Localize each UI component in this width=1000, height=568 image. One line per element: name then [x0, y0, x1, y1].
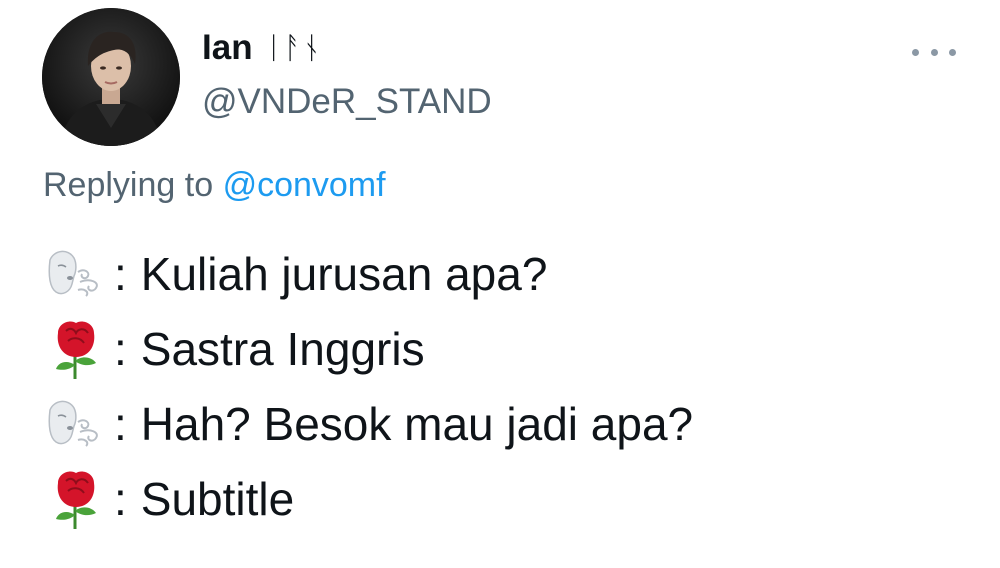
tweet-text: : Kuliah jurusan apa? : Sastra Inggris:…: [44, 236, 693, 536]
line-text: Hah? Besok mau jadi apa?: [140, 397, 694, 450]
more-options-button[interactable]: [912, 40, 956, 64]
ellipsis-icon: [912, 48, 919, 56]
speaker-separator: :: [114, 397, 127, 450]
speaker-separator: :: [114, 247, 127, 300]
replying-to-prefix: Replying to: [43, 166, 214, 204]
display-name[interactable]: Ian ᛁᚨᚾ: [202, 28, 322, 68]
dialogue-line: : Hah? Besok mau jadi apa?: [44, 386, 693, 461]
ellipsis-icon: [949, 48, 956, 56]
user-handle[interactable]: @VNDeR_STAND: [202, 82, 492, 122]
wind-face-icon: [48, 400, 98, 447]
speaker-separator: :: [114, 472, 127, 525]
dialogue-line: : Sastra Inggris: [44, 311, 693, 386]
tweet-card: Ian ᛁᚨᚾ @VNDeR_STAND Replying to @convom…: [0, 0, 1000, 568]
wind-face-icon: [48, 250, 98, 297]
line-text: Sastra Inggris: [140, 322, 425, 375]
dialogue-line: : Kuliah jurusan apa?: [44, 236, 693, 311]
profile-photo-icon: [42, 8, 180, 146]
line-text: Kuliah jurusan apa?: [140, 247, 548, 300]
dialogue-line: : Subtitle: [44, 461, 693, 536]
avatar[interactable]: [42, 8, 180, 146]
rose-icon: [56, 470, 96, 529]
line-text: Subtitle: [140, 472, 295, 525]
speaker-separator: :: [114, 322, 127, 375]
ellipsis-icon: [930, 48, 938, 56]
rose-icon: [56, 320, 96, 379]
display-name-text: Ian: [202, 28, 253, 67]
reply-mention-link[interactable]: @convomf: [223, 166, 386, 204]
replying-to: Replying to @convomf: [43, 166, 386, 205]
name-suffix: ᛁᚨᚾ: [264, 30, 322, 66]
